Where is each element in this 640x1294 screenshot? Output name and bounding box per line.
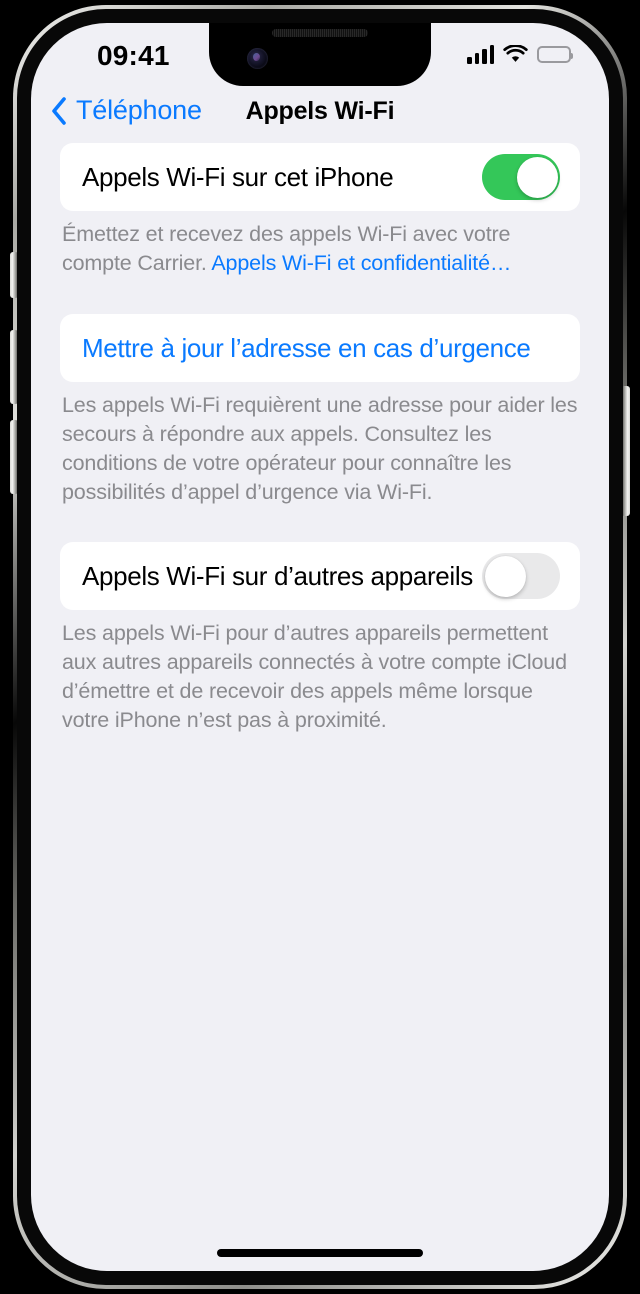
footnote-other-devices: Les appels Wi-Fi pour d’autres appareils… [62, 621, 567, 732]
row-label: Appels Wi-Fi sur d’autres appareils [82, 560, 473, 591]
home-indicator[interactable] [217, 1249, 423, 1257]
page-title: Appels Wi-Fi [245, 97, 395, 125]
row-update-emergency-address[interactable]: Mettre à jour l’adresse en cas d’urgence [60, 314, 580, 382]
device-frame: 09:41 Téléphone Appels Wi-Fi Appels Wi-F… [0, 0, 640, 1294]
wifi-calling-card: Appels Wi-Fi sur cet iPhone [60, 143, 580, 211]
notch [209, 23, 431, 86]
battery-full-icon [537, 46, 573, 63]
privacy-link[interactable]: Appels Wi-Fi et confidentialité… [211, 251, 511, 275]
volume-up-button[interactable] [10, 330, 17, 404]
row-wifi-calling-this-iphone[interactable]: Appels Wi-Fi sur cet iPhone [60, 143, 580, 211]
volume-down-button[interactable] [10, 420, 17, 494]
toggle-knob [516, 156, 558, 198]
status-icons [467, 45, 573, 64]
toggle-knob [484, 555, 526, 597]
earpiece-speaker-icon [272, 29, 368, 37]
toggle-wifi-calling-other-devices[interactable] [482, 553, 560, 599]
cellular-signal-icon [467, 45, 494, 64]
row-label: Appels Wi-Fi sur cet iPhone [82, 161, 394, 192]
front-camera-icon [247, 48, 268, 69]
other-devices-card: Appels Wi-Fi sur d’autres appareils [60, 542, 580, 610]
footnote-emergency-address: Les appels Wi-Fi requièrent une adresse … [62, 393, 578, 504]
action-button[interactable] [10, 252, 17, 298]
settings-content: Appels Wi-Fi sur cet iPhone Émettez et r… [31, 143, 609, 1271]
emergency-address-card: Mettre à jour l’adresse en cas d’urgence [60, 314, 580, 382]
row-wifi-calling-other-devices[interactable]: Appels Wi-Fi sur d’autres appareils [60, 542, 580, 610]
phone-screen: 09:41 Téléphone Appels Wi-Fi Appels Wi-F… [31, 23, 609, 1271]
status-time: 09:41 [97, 40, 170, 71]
wifi-icon [503, 45, 528, 62]
section-other-devices: Appels Wi-Fi sur d’autres appareils Les … [31, 542, 609, 735]
section-this-iphone: Appels Wi-Fi sur cet iPhone Émettez et r… [31, 143, 609, 278]
power-button[interactable] [623, 386, 630, 516]
section-emergency-address: Mettre à jour l’adresse en cas d’urgence… [31, 314, 609, 507]
navigation-bar: Téléphone Appels Wi-Fi [31, 85, 609, 143]
footnote-this-iphone: Émettez et recevez des appels Wi-Fi avec… [62, 220, 578, 278]
update-emergency-address-link[interactable]: Mettre à jour l’adresse en cas d’urgence [82, 333, 531, 364]
toggle-wifi-calling-this-iphone[interactable] [482, 154, 560, 200]
